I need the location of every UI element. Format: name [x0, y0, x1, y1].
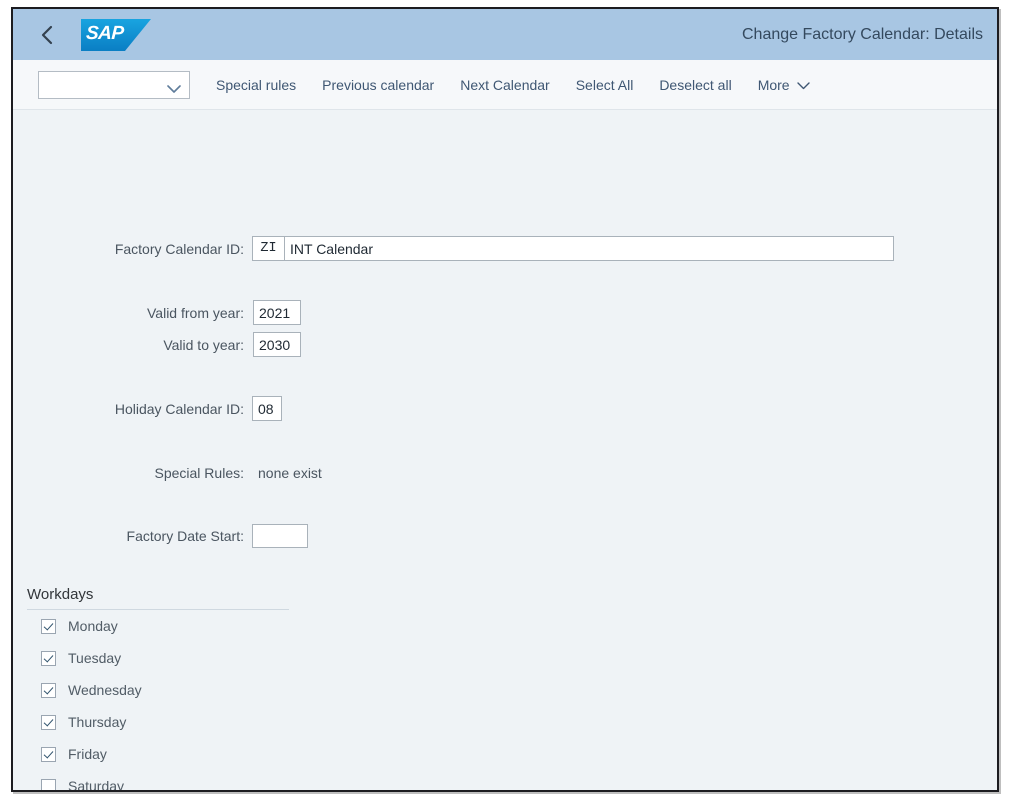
valid-to-year-label: Valid to year:	[163, 336, 244, 353]
valid-to-year-input[interactable]: 2030	[253, 332, 301, 357]
factory-calendar-id-code-input[interactable]: ZI	[252, 236, 285, 261]
checkbox-label-saturday: Saturday	[68, 778, 125, 792]
toolbar-button-next-calendar[interactable]: Next Calendar	[460, 77, 550, 93]
checkbox-label-monday: Monday	[68, 618, 118, 634]
chevron-down-icon	[796, 77, 810, 93]
workdays-section-title: Workdays	[27, 586, 289, 610]
sap-logo[interactable]: SAP	[81, 18, 151, 51]
field-row-special-rules: Special Rules: none exist	[151, 465, 322, 481]
toolbar-more-label: More	[757, 76, 790, 93]
form-content: Factory Calendar ID: ZI INT Calendar Val…	[13, 110, 997, 792]
valid-from-year-label: Valid from year:	[147, 304, 244, 321]
chevron-left-icon	[39, 24, 55, 46]
workdays-section: Workdays Monday Tuesday Wednesday Thursd…	[27, 586, 289, 792]
checkbox-monday[interactable]	[41, 618, 56, 634]
field-row-valid-from-year: Valid from year: 2021	[146, 300, 301, 325]
toolbar-button-label: Deselect all	[659, 76, 732, 93]
checkbox-thursday[interactable]	[41, 714, 56, 730]
toolbar-button-special-rules[interactable]: Special rules	[216, 77, 296, 93]
application-window: SAP Change Factory Calendar: Details Spe…	[11, 7, 999, 792]
factory-calendar-id-name-input[interactable]: INT Calendar	[284, 236, 894, 261]
back-button[interactable]	[25, 13, 69, 57]
header-bar: SAP Change Factory Calendar: Details	[13, 9, 997, 60]
checkbox-row-monday[interactable]: Monday	[27, 610, 289, 642]
toolbar: Special rules Previous calendar Next Cal…	[13, 60, 997, 110]
toolbar-button-previous-calendar[interactable]: Previous calendar	[322, 77, 434, 93]
checkbox-saturday[interactable]	[41, 778, 56, 790]
toolbar-dropdown[interactable]	[38, 70, 190, 99]
field-row-factory-calendar-id: Factory Calendar ID: ZI INT Calendar	[109, 236, 894, 261]
toolbar-button-select-all[interactable]: Select All	[576, 77, 634, 93]
checkbox-label-wednesday: Wednesday	[68, 682, 142, 698]
toolbar-button-label: Previous calendar	[322, 76, 435, 93]
holiday-calendar-id-input[interactable]: 08	[252, 396, 282, 421]
checkbox-wednesday[interactable]	[41, 682, 56, 698]
checkbox-row-friday[interactable]: Friday	[27, 738, 289, 770]
toolbar-button-label: Next Calendar	[460, 76, 550, 93]
checkbox-label-tuesday: Tuesday	[68, 650, 122, 666]
checkbox-row-thursday[interactable]: Thursday	[27, 706, 289, 738]
sap-logo-text: SAP	[85, 22, 125, 44]
toolbar-button-deselect-all[interactable]: Deselect all	[659, 77, 731, 93]
factory-date-start-input[interactable]	[252, 524, 308, 548]
chevron-down-icon	[167, 81, 181, 99]
special-rules-value: none exist	[258, 465, 322, 481]
checkbox-tuesday[interactable]	[41, 650, 56, 666]
checkbox-row-saturday[interactable]: Saturday	[27, 770, 289, 792]
holiday-calendar-id-label: Holiday Calendar ID:	[114, 400, 244, 417]
valid-from-year-input[interactable]: 2021	[253, 300, 301, 325]
special-rules-label: Special Rules:	[154, 465, 245, 481]
checkbox-label-thursday: Thursday	[68, 714, 127, 730]
toolbar-button-label: Select All	[575, 76, 634, 93]
checkbox-row-tuesday[interactable]: Tuesday	[27, 642, 289, 674]
field-row-valid-to-year: Valid to year: 2030	[146, 332, 301, 357]
factory-date-start-label: Factory Date Start:	[126, 528, 244, 544]
page-title: Change Factory Calendar: Details	[741, 25, 983, 43]
checkbox-row-wednesday[interactable]: Wednesday	[27, 674, 289, 706]
toolbar-button-more[interactable]: More	[758, 77, 810, 93]
checkbox-label-friday: Friday	[68, 746, 107, 762]
toolbar-button-label: Special rules	[216, 76, 297, 93]
field-row-holiday-calendar-id: Holiday Calendar ID: 08	[112, 396, 282, 421]
factory-calendar-id-label: Factory Calendar ID:	[114, 240, 244, 257]
checkbox-friday[interactable]	[41, 746, 56, 762]
field-row-factory-date-start: Factory Date Start:	[121, 524, 308, 548]
